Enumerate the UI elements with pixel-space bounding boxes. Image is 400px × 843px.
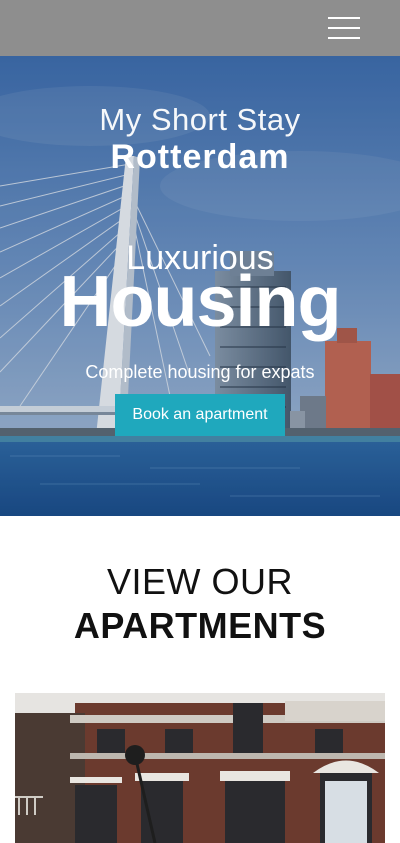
menu-line [328,27,360,29]
hero-title: Housing [59,262,342,342]
logo-text-line1: My Short Stay [99,102,301,137]
page: My Short Stay Rotterdam Luxurious Housin… [0,0,400,843]
menu-line [328,37,360,39]
hero-subtitle: Complete housing for expats [85,362,315,382]
apartment-photo [15,693,385,843]
menu-line [328,17,360,19]
section-heading-line1: VIEW OUR [106,561,293,602]
hero-banner: My Short Stay Rotterdam Luxurious Housin… [0,56,400,516]
hero-text-block: Luxurious Housing Complete housing for e… [0,238,400,384]
hamburger-menu-icon[interactable] [326,15,362,41]
site-logo[interactable]: My Short Stay Rotterdam [0,102,400,176]
section-heading: VIEW OUR APARTMENTS [0,560,400,648]
top-navigation-bar [0,0,400,56]
apartment-card-image[interactable] [15,693,385,843]
book-apartment-button[interactable]: Book an apartment [115,394,285,436]
logo-text-line2: Rotterdam [110,138,290,176]
section-heading-line2: APARTMENTS [73,605,327,646]
